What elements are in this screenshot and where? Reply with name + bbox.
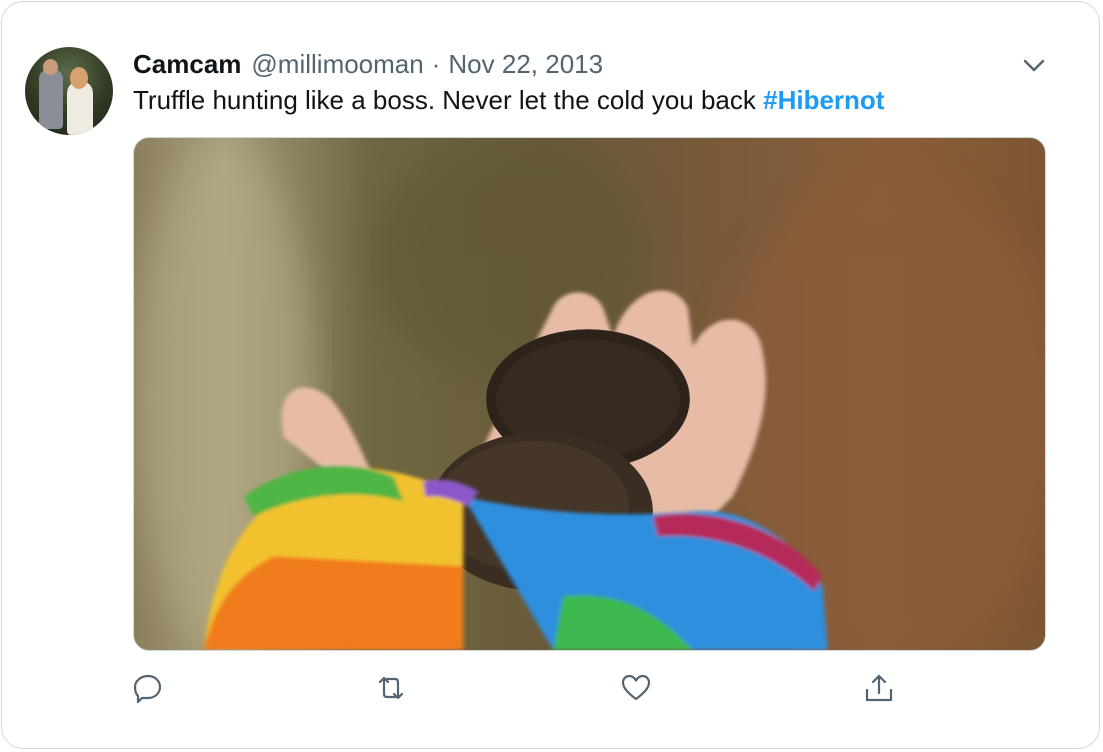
avatar-person-1-head <box>43 59 58 75</box>
retweet-icon[interactable] <box>373 670 409 706</box>
avatar-person-1 <box>39 69 63 129</box>
avatar[interactable] <box>25 47 113 135</box>
author-handle[interactable]: @millimooman <box>251 49 423 80</box>
tweet-header: Camcam @millimooman · Nov 22, 2013 <box>133 47 603 81</box>
chevron-down-icon[interactable] <box>1018 51 1050 79</box>
truffle-photo <box>134 138 1045 650</box>
hashtag-link[interactable]: #Hibernot <box>763 85 884 115</box>
tweet-body: Truffle hunting like a boss. Never let t… <box>133 85 764 115</box>
share-icon[interactable] <box>861 670 897 706</box>
tweet-photo[interactable] <box>133 137 1046 651</box>
tweet-actions <box>2 670 1103 710</box>
heart-icon[interactable] <box>618 670 654 706</box>
author-name[interactable]: Camcam <box>133 49 241 80</box>
tweet-card[interactable]: Camcam @millimooman · Nov 22, 2013 Truff… <box>1 1 1100 749</box>
reply-icon[interactable] <box>130 670 166 706</box>
tweet-date[interactable]: Nov 22, 2013 <box>448 49 603 80</box>
tweet-text: Truffle hunting like a boss. Never let t… <box>133 84 884 116</box>
separator-dot: · <box>431 48 441 79</box>
avatar-person-2 <box>67 81 93 135</box>
avatar-person-2-head <box>70 67 88 89</box>
